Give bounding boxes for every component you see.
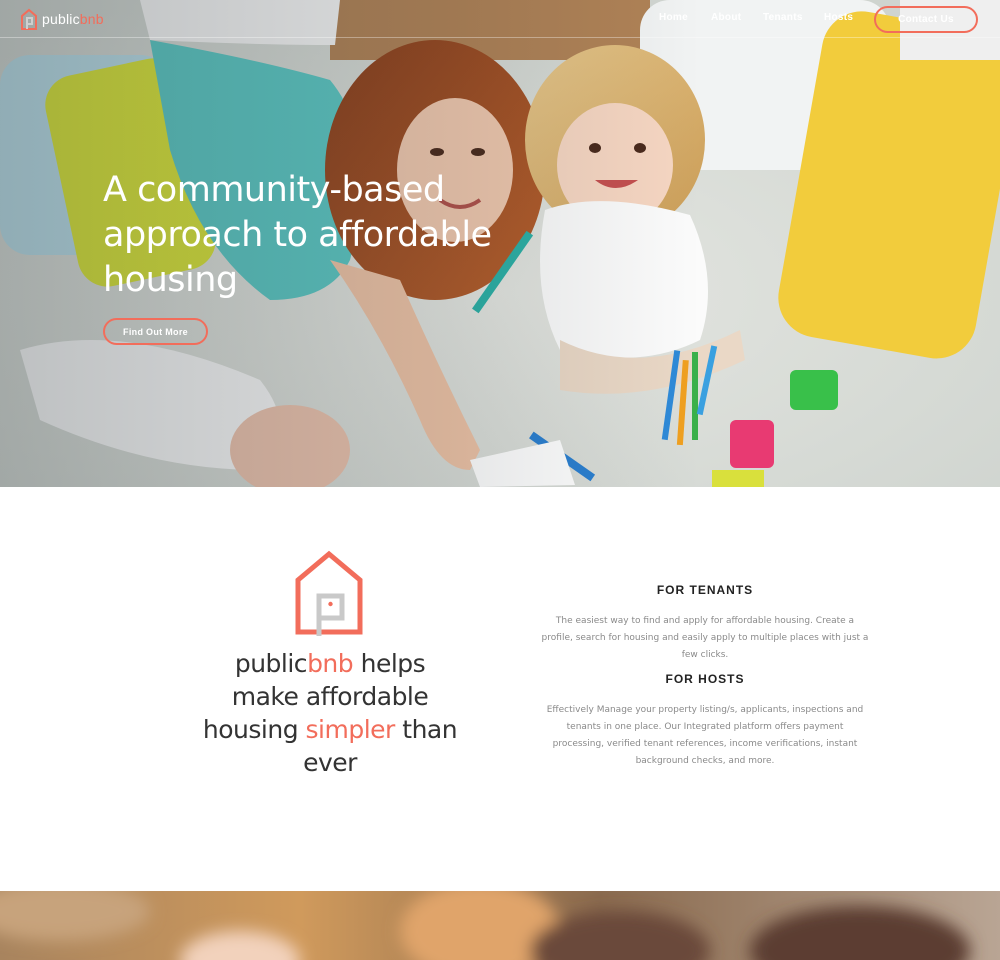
- for-tenants-block: FOR TENANTS The easiest way to find and …: [540, 583, 870, 664]
- nav-link-home[interactable]: Home: [659, 12, 688, 23]
- house-logo-icon: [21, 8, 37, 30]
- top-navigation: publicbnb Home About Tenants Hosts Conta…: [0, 0, 1000, 38]
- for-hosts-heading: FOR HOSTS: [665, 672, 745, 686]
- hero-section: publicbnb Home About Tenants Hosts Conta…: [0, 0, 1000, 487]
- find-out-more-button[interactable]: Find Out More: [103, 318, 208, 345]
- hero-title: A community-based approach to affordable…: [103, 170, 492, 300]
- nav-link-about[interactable]: About: [711, 12, 741, 23]
- contact-us-button[interactable]: Contact Us: [874, 6, 978, 33]
- for-tenants-text: The easiest way to find and apply for af…: [541, 616, 869, 660]
- brand-logo[interactable]: publicbnb: [20, 8, 104, 30]
- nav-link-tenants[interactable]: Tenants: [763, 12, 803, 23]
- next-section-photo: [0, 891, 1000, 960]
- for-tenants-heading: FOR TENANTS: [656, 583, 754, 597]
- for-hosts-block: FOR HOSTS Effectively Manage your proper…: [540, 672, 870, 770]
- house-brand-icon: [295, 550, 363, 636]
- about-section: publicbnb helps make affordable housing …: [0, 487, 1000, 891]
- nav-link-hosts[interactable]: Hosts: [824, 12, 853, 23]
- tagline: publicbnb helps make affordable housing …: [200, 647, 460, 779]
- brand-name-part2: bnb: [79, 11, 104, 27]
- tagline-brand-part1: public: [234, 649, 308, 678]
- brand-name-part1: public: [42, 11, 80, 27]
- tagline-brand-part2: bnb: [307, 649, 354, 678]
- for-hosts-text: Effectively Manage your property listing…: [546, 705, 864, 766]
- blurred-people-photo: [0, 891, 1000, 960]
- tagline-highlight: simpler: [305, 715, 396, 744]
- brand-wordmark: publicbnb: [42, 11, 104, 27]
